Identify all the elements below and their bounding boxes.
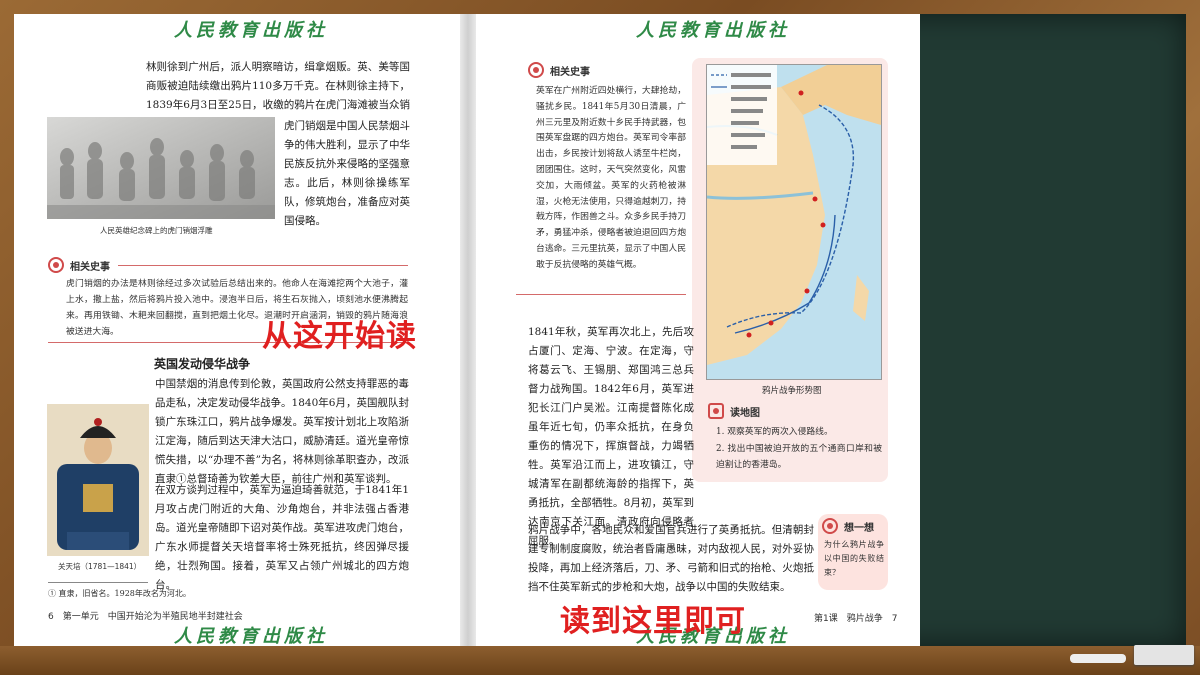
read-map-item-2: 2. 找出中国被迫开放的五个通商口岸和被迫割让的香港岛。 xyxy=(716,444,882,470)
textbook-right-page: 人民教育出版社 相关史事 英军在广州附近四处横行，大肆抢劫，骚扰乡民。1841年… xyxy=(476,14,920,646)
portrait-caption: 关天培（1781—1841） xyxy=(58,562,142,571)
relief-image xyxy=(47,117,275,219)
map-caption: 鸦片战争形势图 xyxy=(762,386,822,396)
end-reading-marker: 读到这里即可 xyxy=(560,604,746,639)
opium-war-map xyxy=(706,64,882,380)
related-history-icon xyxy=(528,62,544,78)
paragraph-war-outcome: 鸦片战争中，各地民众和爱国官兵进行了英勇抵抗。但清朝封建专制制度腐败，统治者昏庸… xyxy=(528,524,814,593)
map-icon xyxy=(708,403,724,419)
paragraph-significance: 虎门销烟是中国人民禁烟斗争的伟大胜利，显示了中华民族反抗外来侵略的坚强意志。此后… xyxy=(284,120,410,227)
publisher-logo: 人民教育出版社 xyxy=(636,20,790,41)
section-rule-right xyxy=(516,294,686,295)
chalk-ledge xyxy=(0,646,1200,675)
read-map-header: 读地图 xyxy=(708,403,760,419)
guan-tianpei-portrait xyxy=(47,404,149,556)
related-history-header-right: 相关史事 xyxy=(528,62,590,78)
question-icon xyxy=(822,518,838,534)
paragraph-negotiation: 在双方谈判过程中，英军为逼迫琦善就范，于1841年1月攻占虎门附近的大角、沙角炮… xyxy=(155,484,409,591)
related-history-title: 相关史事 xyxy=(70,261,110,273)
eraser xyxy=(1134,645,1194,665)
think-text: 为什么鸦片战争以中国的失败结束？ xyxy=(824,540,884,577)
related-history-header: 相关史事 xyxy=(48,257,110,273)
read-map-item-1: 1. 观察英军的两次入侵路线。 xyxy=(716,427,833,437)
publisher-logo-bottom: 人民教育出版社 xyxy=(174,626,328,646)
paragraph-british-advance: 1841年秋，英军再次北上，先后攻占厦门、定海、宁波。在定海，守将葛云飞、王锡朋… xyxy=(528,326,694,547)
sanyuanli-text: 英军在广州附近四处横行，大肆抢劫，骚扰乡民。1841年5月30日清晨，广州三元里… xyxy=(536,86,686,270)
relief-caption: 人民英雄纪念碑上的虎门销烟浮雕 xyxy=(100,226,213,235)
related-history-icon xyxy=(48,257,64,273)
war-heading: 英国发动侵华战争 xyxy=(154,357,251,371)
read-map-title: 读地图 xyxy=(730,407,760,419)
footnote-rule xyxy=(48,582,148,583)
page-footer-right: 第1课 鸦片战争 7 xyxy=(814,614,898,624)
think-header: 想一想 xyxy=(822,518,874,534)
publisher-logo: 人民教育出版社 xyxy=(174,20,328,41)
textbook-left-page: 人民教育出版社 林则徐到广州后，派人明察暗访，缉拿烟贩。英、美等国商贩被迫陆续缴… xyxy=(14,14,460,646)
book-gutter xyxy=(460,14,476,646)
chalk-stick xyxy=(1070,654,1126,663)
paragraph-war-outbreak: 中国禁烟的消息传到伦敦，英国政府公然支持罪恶的毒品走私，决定发动侵华战争。184… xyxy=(155,378,409,485)
footnote: ① 直隶，旧省名。1928年改名为河北。 xyxy=(48,589,191,598)
section-rule xyxy=(118,265,408,266)
related-history-title: 相关史事 xyxy=(550,66,590,78)
page-footer-left: 6 第一单元 中国开始沦为半殖民地半封建社会 xyxy=(48,612,243,622)
think-title: 想一想 xyxy=(844,522,874,534)
start-reading-marker: 从这开始读 xyxy=(262,319,417,354)
